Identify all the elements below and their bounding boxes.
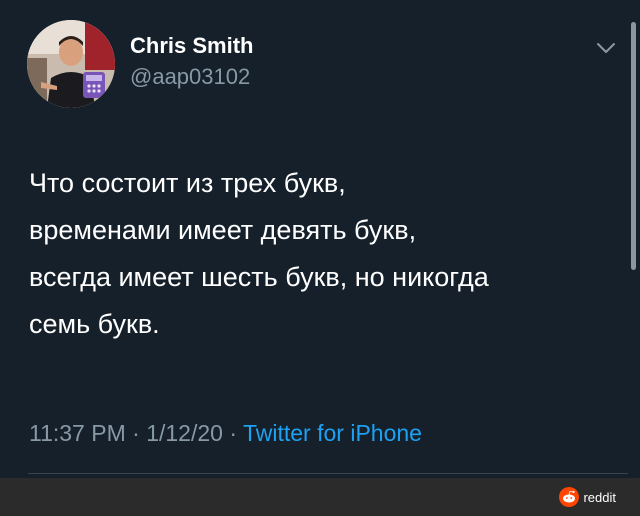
divider — [28, 473, 628, 474]
tweet-text-line: семь букв. — [29, 309, 160, 339]
tweet-text: Что состоит из трех букв, временами имее… — [29, 160, 589, 348]
reddit-label: reddit — [583, 489, 616, 505]
meta-separator: · — [125, 420, 147, 446]
reddit-watermark: reddit — [559, 487, 616, 507]
tweet-date[interactable]: 1/12/20 — [146, 420, 223, 446]
watermark-bar: reddit — [0, 478, 640, 516]
avatar-photo — [27, 20, 115, 108]
tweet-metadata: 11:37 PM · 1/12/20 · Twitter for iPhone — [29, 420, 422, 447]
tweet-text-line: всегда имеет шесть букв, но никогда — [29, 262, 489, 292]
reddit-logo-icon — [559, 487, 580, 507]
author-name[interactable]: Chris Smith — [130, 33, 253, 59]
tweet-card: Chris Smith @aap03102 Что состоит из тре… — [0, 0, 640, 476]
tweet-time[interactable]: 11:37 PM — [29, 420, 126, 446]
tweet-source-link[interactable]: Twitter for iPhone — [243, 420, 422, 446]
avatar[interactable] — [27, 20, 115, 108]
tweet-text-line: временами имеет девять букв, — [29, 215, 417, 245]
chevron-down-icon[interactable] — [594, 38, 618, 58]
meta-separator: · — [222, 420, 243, 446]
tweet-text-line: Что состоит из трех букв, — [29, 168, 346, 198]
scrollbar[interactable] — [631, 22, 636, 270]
author-handle[interactable]: @aap03102 — [130, 64, 250, 90]
